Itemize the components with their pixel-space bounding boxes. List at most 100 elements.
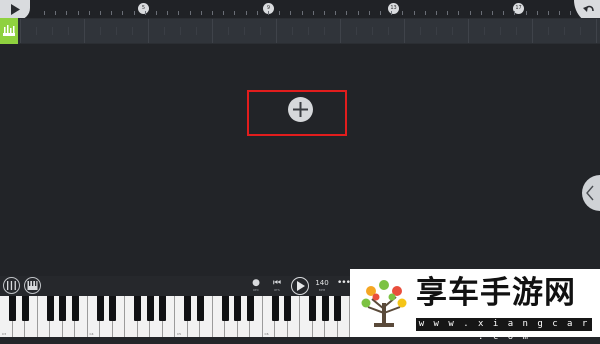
ruler-tick [492, 11, 493, 15]
black-key[interactable] [247, 296, 254, 321]
arrangement-area[interactable] [0, 44, 600, 276]
ruler-tick [201, 11, 202, 15]
mixer-icon [6, 280, 17, 291]
play-icon [11, 4, 20, 15]
ruler-tick [436, 11, 437, 15]
black-key[interactable] [59, 296, 66, 321]
timeline-ruler[interactable]: 5 9 13 17 [0, 0, 600, 18]
ruler-tick [66, 11, 67, 15]
ruler-tick [279, 11, 280, 15]
record-button[interactable]: ● REC [250, 278, 262, 292]
lane-gridline [116, 27, 117, 35]
lane-gridline [164, 27, 165, 35]
record-icon: ● [250, 278, 262, 288]
lane-gridline [564, 27, 565, 35]
black-key[interactable] [22, 296, 29, 321]
ruler-tick [503, 11, 504, 15]
black-key[interactable] [159, 296, 166, 321]
black-key[interactable] [47, 296, 54, 321]
lane-gridline [436, 27, 437, 35]
bar-marker[interactable]: 5 [138, 3, 149, 14]
lane-gridline [84, 19, 85, 43]
ruler-tick [290, 11, 291, 15]
play-button[interactable] [291, 277, 309, 295]
ruler-tick [55, 11, 56, 15]
black-key[interactable] [97, 296, 104, 321]
lane-gridline [228, 27, 229, 35]
ruler-tick [391, 11, 392, 15]
lane-gridline [548, 27, 549, 35]
ruler-tick [257, 11, 258, 15]
black-key[interactable] [234, 296, 241, 321]
play-icon [297, 281, 305, 291]
ruler-tick [470, 11, 471, 15]
ruler-tick [178, 11, 179, 15]
black-key[interactable] [334, 296, 341, 321]
octave-label: C5 [177, 332, 181, 336]
ruler-tick [145, 11, 146, 15]
black-key[interactable] [134, 296, 141, 321]
black-key[interactable] [322, 296, 329, 321]
lane-gridline [324, 27, 325, 35]
black-key[interactable] [147, 296, 154, 321]
lane-gridline [388, 27, 389, 35]
watermark: 享车手游网 w w w . x i a n g c a r . c o m [350, 269, 600, 337]
piano-icon [27, 280, 38, 291]
track-lane[interactable] [20, 19, 600, 43]
track-row [0, 18, 600, 44]
ruler-tick [514, 11, 515, 15]
lane-gridline [532, 19, 533, 43]
ruler-tick [346, 11, 347, 15]
lane-gridline [468, 19, 469, 43]
ruler-tick [324, 11, 325, 15]
tree-logo-icon [358, 275, 410, 331]
black-key[interactable] [272, 296, 279, 321]
watermark-title: 享车手游网 [416, 273, 576, 313]
ruler-tick [268, 11, 269, 15]
lane-gridline [276, 19, 277, 43]
track-channel-button[interactable] [0, 18, 18, 44]
bar-marker[interactable]: 13 [388, 3, 399, 14]
ruler-tick [335, 11, 336, 15]
ruler-tick [402, 11, 403, 15]
drum-pads-icon [3, 24, 15, 38]
side-panel-toggle[interactable] [582, 175, 600, 211]
ruler-tick [234, 11, 235, 15]
ruler-tick [223, 11, 224, 15]
lane-gridline [308, 27, 309, 35]
lane-gridline [580, 27, 581, 35]
lane-gridline [36, 27, 37, 35]
black-key[interactable] [222, 296, 229, 321]
ruler-tick [78, 11, 79, 15]
black-key[interactable] [109, 296, 116, 321]
lane-gridline [180, 27, 181, 35]
ruler-tick [122, 11, 123, 15]
watermark-url: w w w . x i a n g c a r . c o m [416, 318, 592, 331]
black-key[interactable] [72, 296, 79, 321]
chevron-left-icon [586, 185, 594, 201]
ruler-tick [246, 11, 247, 15]
ruler-tick [302, 11, 303, 15]
black-key[interactable] [309, 296, 316, 321]
octave-label: C3 [2, 332, 6, 336]
ruler-tick [156, 11, 157, 15]
ruler-tick [380, 11, 381, 15]
restart-label: RTS [271, 288, 283, 292]
highlight-box [247, 90, 347, 136]
play-pattern-button[interactable] [0, 0, 30, 20]
black-key[interactable] [9, 296, 16, 321]
restart-button[interactable]: ⏮ RTS [271, 278, 283, 292]
black-key[interactable] [284, 296, 291, 321]
ruler-tick [100, 11, 101, 15]
octave-label: C4 [90, 332, 94, 336]
black-key[interactable] [197, 296, 204, 321]
ruler-tick [358, 11, 359, 15]
ruler-tick [481, 11, 482, 15]
piano-roll-button[interactable] [24, 277, 41, 294]
undo-arrow-icon [583, 4, 595, 16]
more-button[interactable]: ••• [337, 279, 350, 287]
mixer-button[interactable] [3, 277, 20, 294]
lane-gridline [356, 27, 357, 35]
tempo-display[interactable]: 140 BPM [315, 279, 329, 292]
black-key[interactable] [184, 296, 191, 321]
